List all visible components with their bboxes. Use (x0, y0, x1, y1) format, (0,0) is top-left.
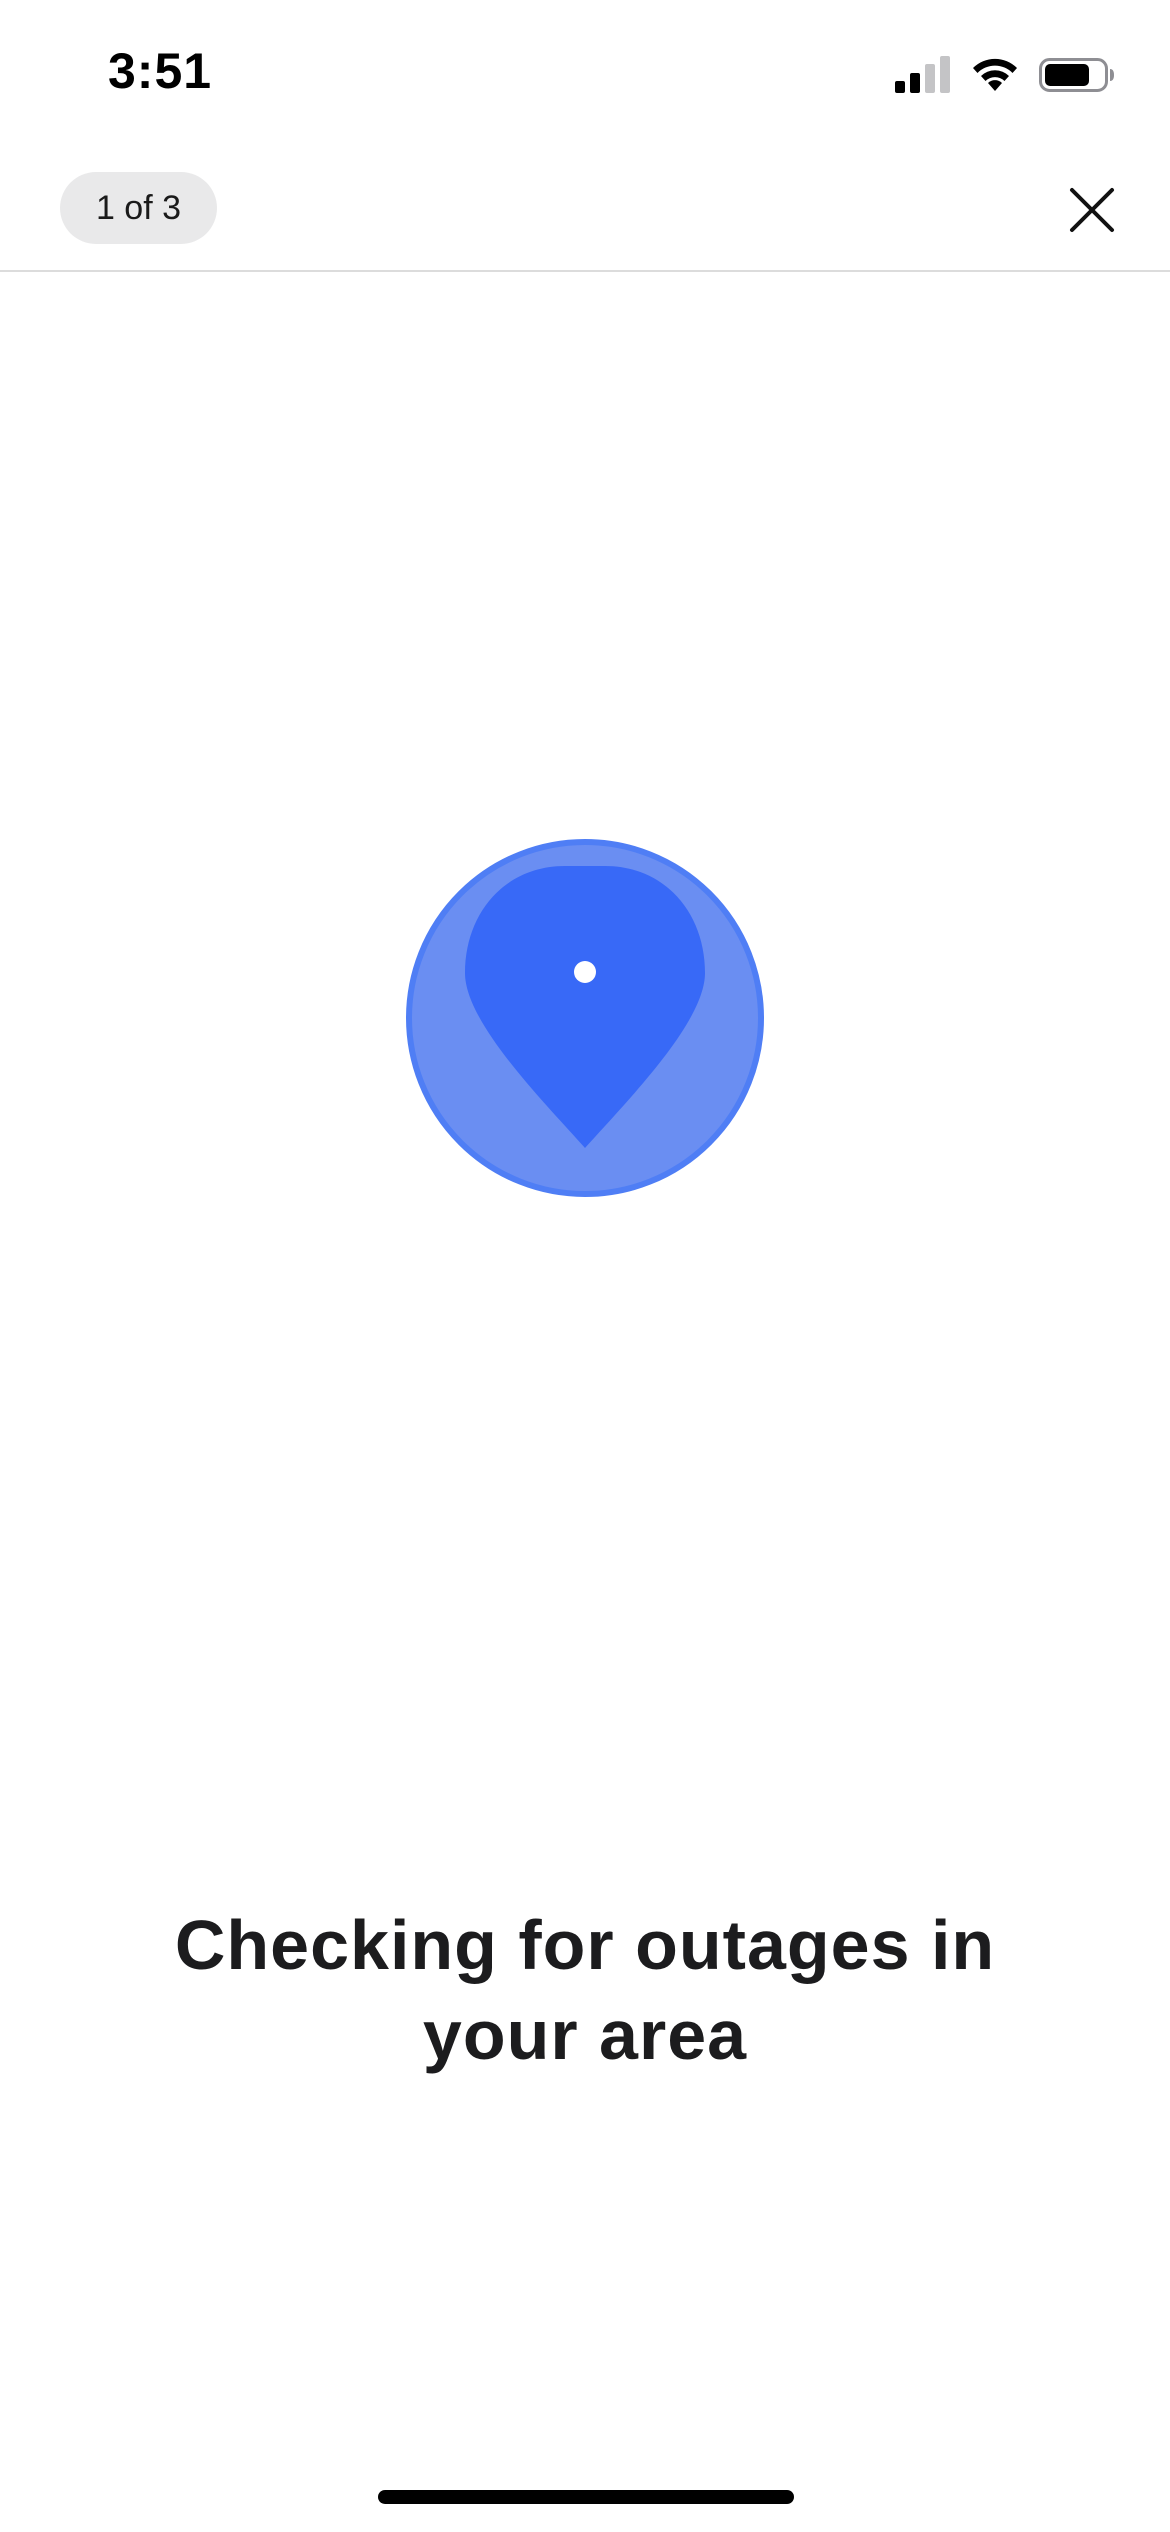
step-indicator: 1 of 3 (60, 172, 217, 244)
status-time: 3:51 (108, 43, 213, 99)
wifi-icon (973, 58, 1017, 91)
location-pin-icon (406, 839, 764, 1197)
battery-icon (1039, 58, 1114, 92)
cellular-signal-icon (895, 56, 950, 93)
close-icon (1070, 188, 1114, 232)
location-illustration (405, 838, 765, 1198)
status-icons (893, 50, 1115, 100)
page-title: Checking for outages in your area (174, 1906, 996, 2074)
status-bar: 3:51 (0, 0, 1170, 150)
home-indicator[interactable] (378, 2490, 794, 2504)
top-nav: 1 of 3 (0, 150, 1170, 272)
close-button[interactable] (1060, 178, 1124, 242)
pin-dot (574, 961, 596, 983)
